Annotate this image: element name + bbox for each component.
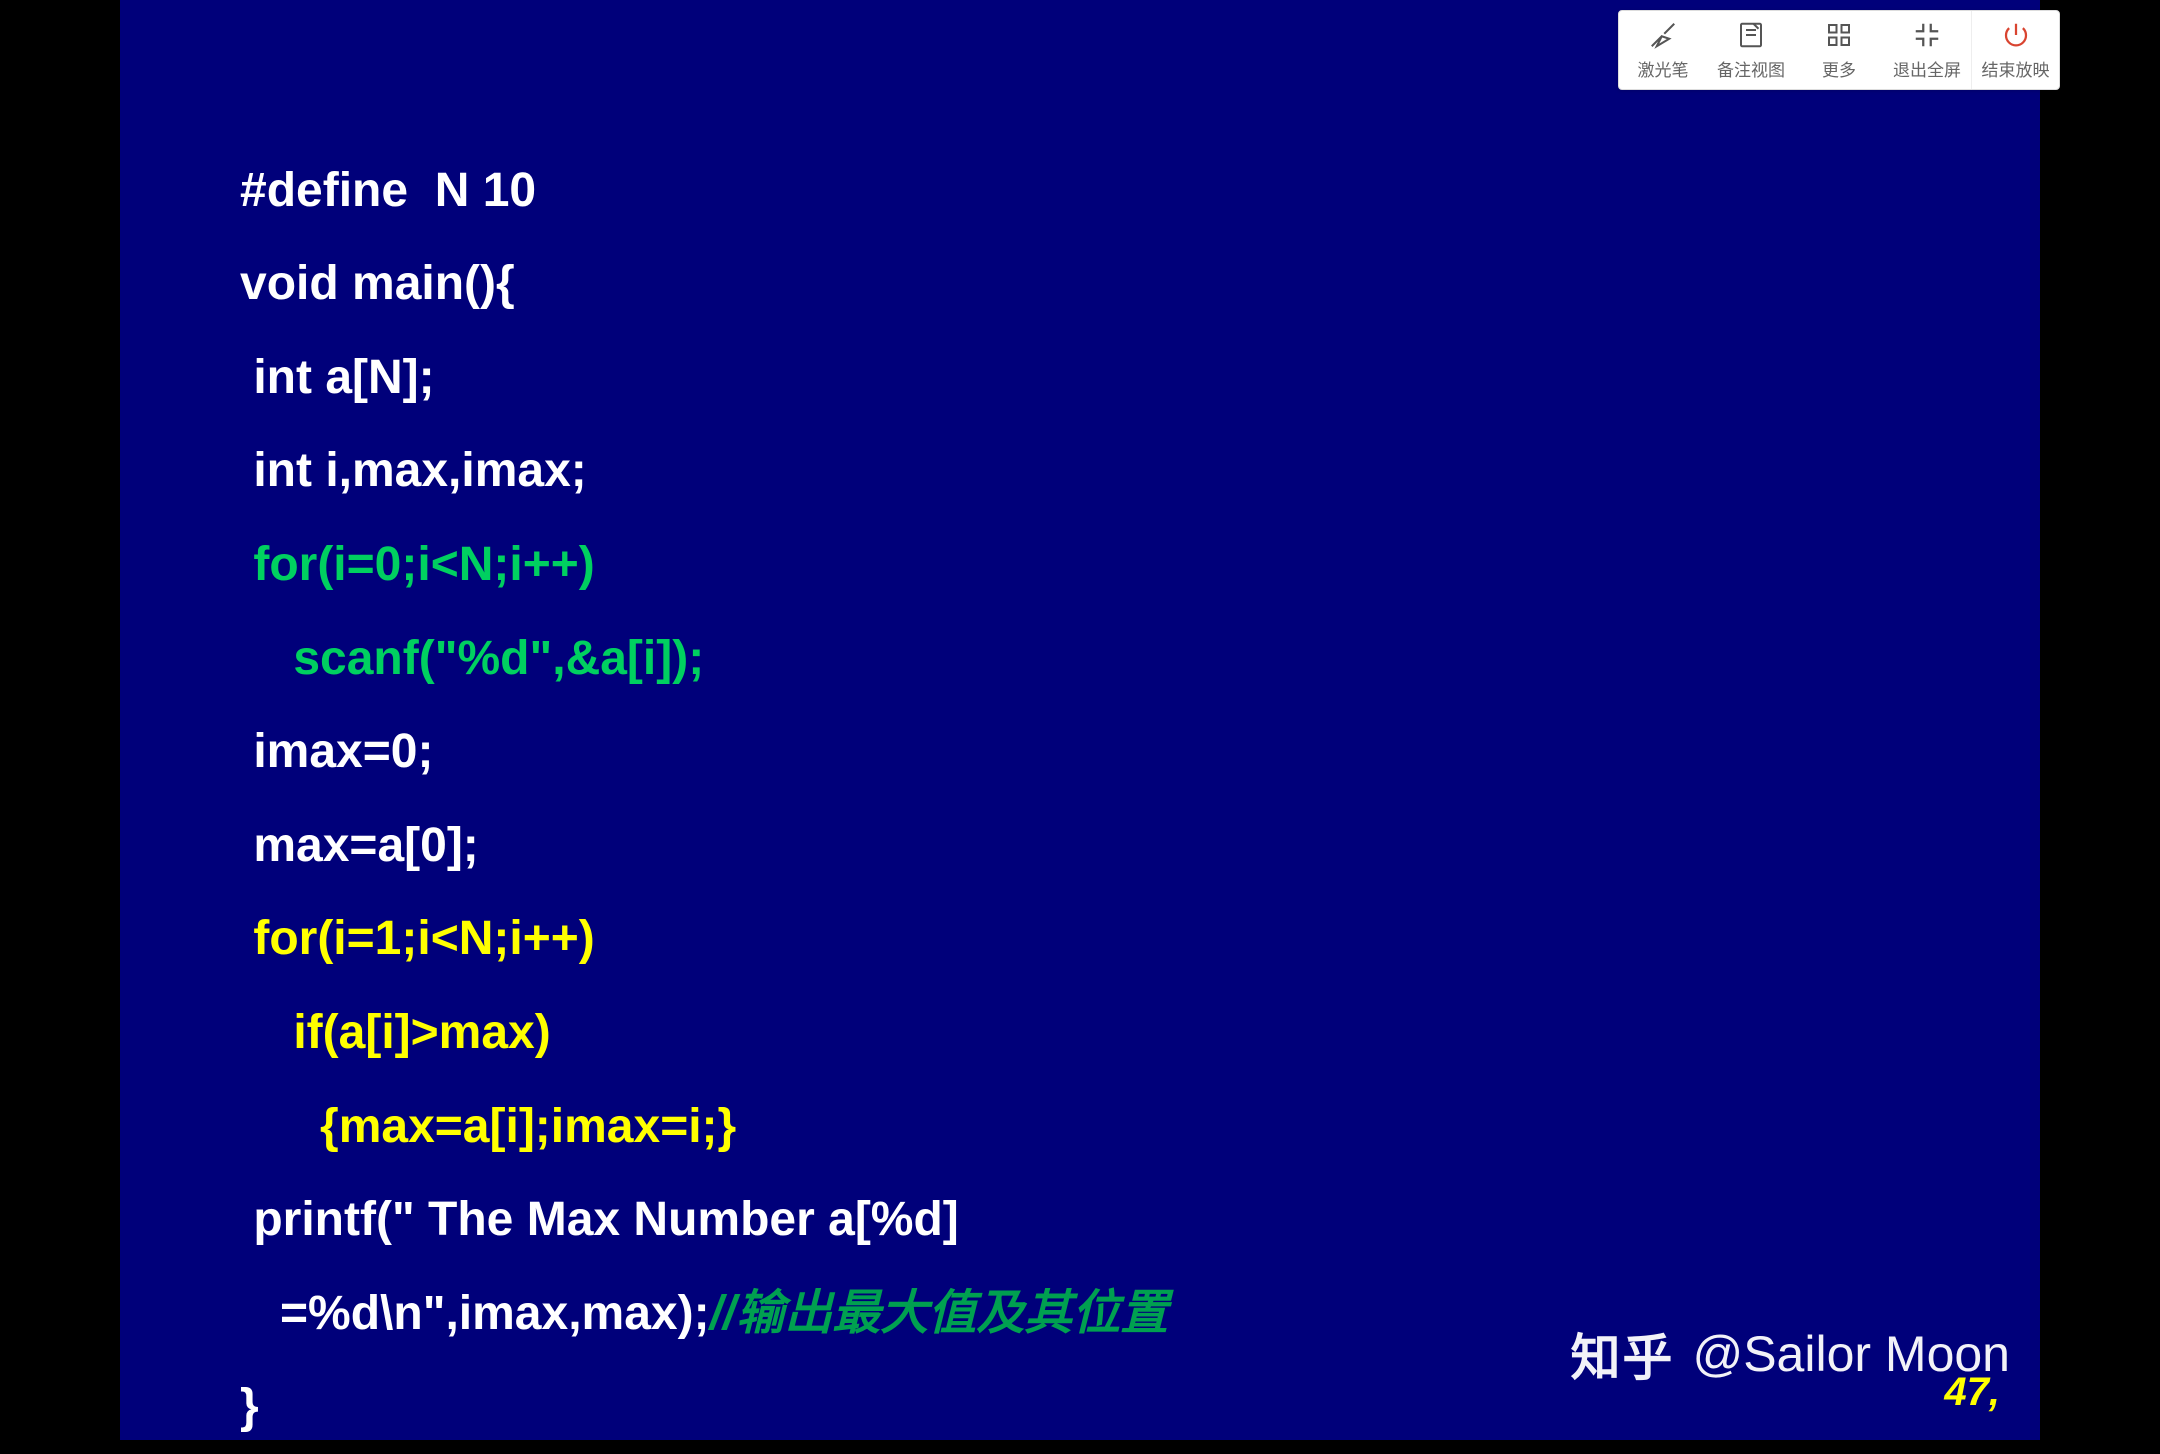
grid-icon (1824, 20, 1854, 50)
code-line: {max=a[i];imax=i;} (240, 1100, 736, 1153)
toolbar-label: 备注视图 (1717, 56, 1785, 81)
code-line: if(a[i]>max) (240, 1006, 551, 1059)
notes-view-button[interactable]: 备注视图 (1707, 11, 1795, 89)
code-line: for(i=0;i<N;i++) (240, 538, 595, 591)
more-button[interactable]: 更多 (1795, 11, 1883, 89)
exit-fullscreen-icon (1912, 20, 1942, 50)
zhihu-logo: 知乎 (1570, 1318, 1674, 1390)
exit-fullscreen-button[interactable]: 退出全屏 (1883, 11, 1971, 89)
laser-pointer-button[interactable]: 激光笔 (1619, 11, 1707, 89)
code-line: } (240, 1380, 259, 1433)
code-line: int i,max,imax; (240, 444, 587, 497)
code-block: #define N 10 void main(){ int a[N]; int … (240, 50, 1960, 1454)
code-line: =%d\n",imax,max); (240, 1287, 710, 1340)
code-line: for(i=1;i<N;i++) (240, 912, 595, 965)
code-line: #define N 10 (240, 164, 536, 217)
presentation-toolbar: 激光笔 备注视图 更多 退出全屏 (1618, 10, 2060, 90)
code-line: imax=0; (240, 725, 433, 778)
toolbar-label: 激光笔 (1638, 56, 1689, 81)
toolbar-label: 退出全屏 (1893, 56, 1961, 81)
toolbar-label: 更多 (1822, 56, 1856, 81)
laser-pointer-icon (1648, 20, 1678, 50)
code-line: printf(" The Max Number a[%d] (240, 1193, 959, 1246)
notes-icon (1736, 20, 1766, 50)
code-line: max=a[0]; (240, 819, 479, 872)
watermark-author: @Sailor Moon (1692, 1325, 2010, 1383)
code-line: int a[N]; (240, 351, 435, 404)
code-line: void main(){ (240, 257, 515, 310)
watermark: 知乎 @Sailor Moon (1570, 1318, 2010, 1390)
code-line: scanf("%d",&a[i]); (240, 632, 704, 685)
end-show-button[interactable]: 结束放映 (1971, 11, 2059, 89)
slide-canvas: #define N 10 void main(){ int a[N]; int … (120, 0, 2040, 1440)
toolbar-label: 结束放映 (1982, 56, 2050, 81)
code-comment: //输出最大值及其位置 (710, 1287, 1169, 1340)
power-icon (2001, 20, 2031, 50)
